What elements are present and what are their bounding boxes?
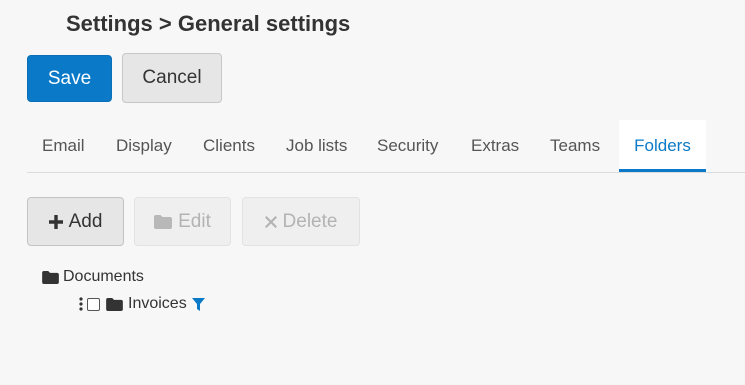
folder-icon [42,270,59,284]
close-icon [264,215,277,228]
add-button-label: Add [68,210,103,232]
delete-folder-button[interactable]: Delete [242,197,360,246]
tree-item-documents[interactable]: Documents [42,266,144,288]
tab-folders[interactable]: Folders [619,120,706,172]
edit-button-label: Edit [178,210,211,232]
tab-display[interactable]: Display [116,120,172,172]
tree-item-label: Documents [63,268,144,285]
tab-job-lists[interactable]: Job lists [286,120,347,172]
tab-security[interactable]: Security [377,120,438,172]
tab-email[interactable]: Email [42,120,85,172]
folder-icon [154,214,173,229]
folder-icon [106,297,123,311]
add-folder-button[interactable]: Add [27,197,124,246]
tree-item-checkbox[interactable] [87,297,100,311]
edit-folder-button[interactable]: Edit [134,197,231,246]
tree-item-label: Invoices [128,295,187,312]
tree-item-invoices[interactable]: Invoices [79,293,205,315]
settings-tabs: Email Display Clients Job lists Security… [27,120,745,173]
tab-teams[interactable]: Teams [550,120,600,172]
tab-clients[interactable]: Clients [203,120,255,172]
tab-extras[interactable]: Extras [471,120,519,172]
plus-icon [48,214,63,229]
page-title-breadcrumb: Settings > General settings [66,11,351,36]
drag-handle-icon[interactable] [79,297,83,311]
cancel-button[interactable]: Cancel [122,53,222,103]
filter-icon[interactable] [191,297,205,311]
save-button[interactable]: Save [27,55,112,102]
delete-button-label: Delete [282,210,338,232]
